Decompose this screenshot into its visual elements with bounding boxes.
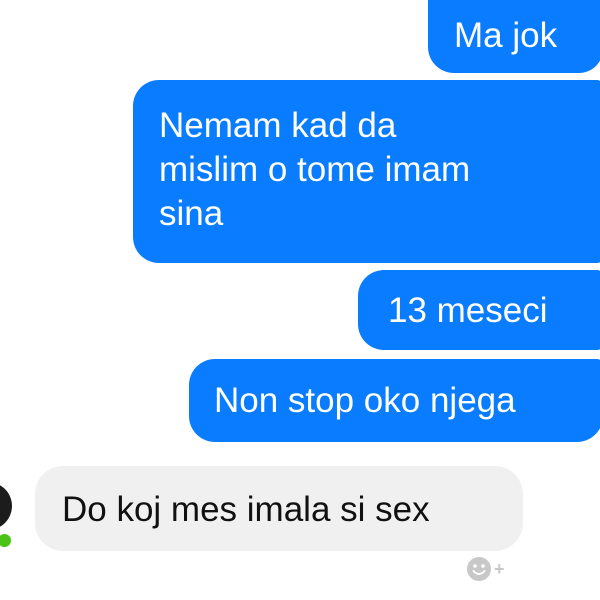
add-reaction-plus: +	[494, 559, 505, 579]
add-reaction-button[interactable]: +	[466, 556, 505, 582]
message-thread: Ma jok Nemam kad da mislim o tome imam s…	[0, 0, 600, 600]
outgoing-message-bubble[interactable]: Ma jok	[428, 0, 600, 73]
sender-avatar[interactable]	[0, 482, 12, 530]
smiley-add-icon	[467, 557, 491, 581]
incoming-message-bubble[interactable]: Do koj mes imala si sex	[35, 466, 523, 551]
online-status-indicator	[0, 532, 13, 549]
outgoing-message-bubble[interactable]: Nemam kad da mislim o tome imam sina	[133, 80, 600, 263]
outgoing-message-bubble[interactable]: Non stop oko njega	[189, 359, 600, 442]
outgoing-message-bubble[interactable]: 13 meseci	[358, 270, 600, 350]
